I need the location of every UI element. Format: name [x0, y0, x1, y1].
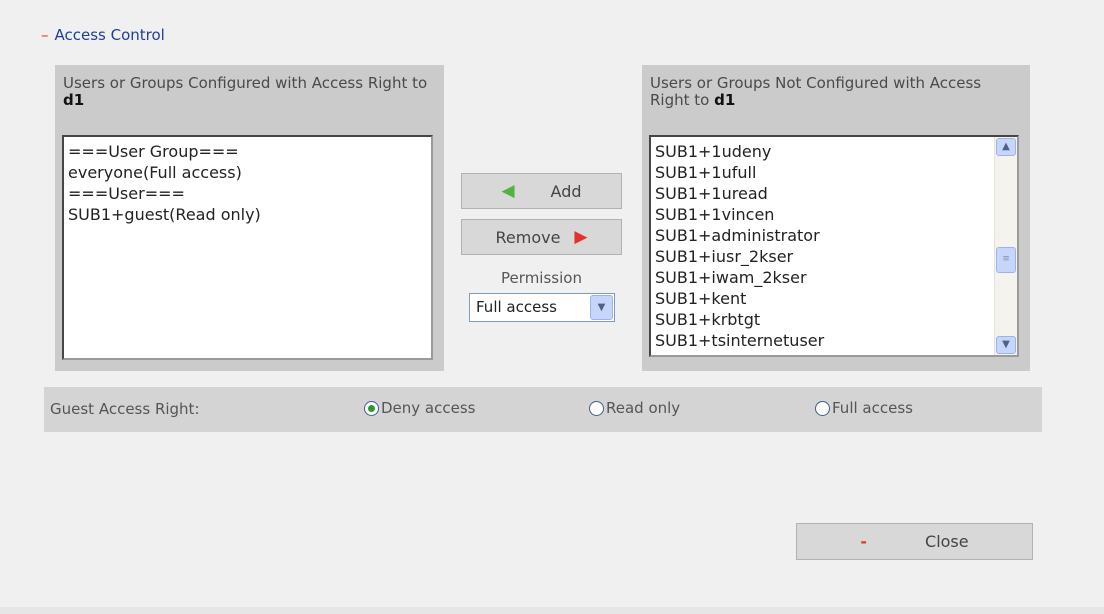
list-item[interactable]: SUB1+1vincen: [655, 204, 1017, 225]
radio-deny-access[interactable]: Deny access: [364, 399, 475, 417]
not-configured-list[interactable]: SUB1+1udeny SUB1+1ufull SUB1+1uread SUB1…: [649, 135, 1019, 357]
radio-label: Full access: [832, 399, 913, 417]
radio-icon[interactable]: [589, 400, 604, 416]
close-button[interactable]: - Close: [796, 523, 1033, 560]
scrollbar[interactable]: ▲ ≡ ▼: [994, 137, 1017, 355]
guest-access-bar: Guest Access Right: Deny access Read onl…: [44, 387, 1042, 432]
configured-list[interactable]: ===User Group=== everyone(Full access) =…: [62, 135, 433, 360]
list-item[interactable]: SUB1+1udeny: [655, 141, 1017, 162]
configured-header-target: d1: [63, 91, 85, 109]
guest-access-label: Guest Access Right:: [50, 400, 200, 418]
permission-select[interactable]: Full access ▼: [469, 293, 615, 322]
add-button-label: Add: [550, 181, 582, 201]
configured-header-text: Users or Groups Configured with Access R…: [63, 74, 428, 92]
permission-select-value: Full access: [476, 298, 557, 316]
permission-label: Permission: [501, 269, 582, 287]
list-item[interactable]: SUB1+iwam_2kser: [655, 267, 1017, 288]
list-item[interactable]: SUB1+guest(Read only): [68, 204, 427, 225]
close-button-label: Close: [925, 532, 969, 551]
not-configured-header-text: Users or Groups Not Configured with Acce…: [650, 74, 982, 109]
scroll-down-icon[interactable]: ▼: [996, 336, 1016, 354]
list-item[interactable]: SUB1+administrator: [655, 225, 1017, 246]
arrow-left-icon: ◀: [501, 181, 515, 201]
radio-read-only[interactable]: Read only: [589, 399, 680, 417]
section-title-label: Access Control: [54, 26, 165, 44]
list-item[interactable]: SUB1+tsinternetuser: [655, 330, 1017, 351]
scroll-up-icon[interactable]: ▲: [996, 138, 1016, 156]
list-item[interactable]: SUB1+1ufull: [655, 162, 1017, 183]
chevron-down-icon[interactable]: ▼: [590, 295, 613, 320]
remove-button-label: Remove: [495, 227, 561, 247]
list-item[interactable]: ===User===: [68, 183, 427, 204]
add-button[interactable]: ◀ Add: [461, 173, 622, 209]
collapse-icon[interactable]: –: [41, 26, 49, 44]
not-configured-header-target: d1: [714, 91, 736, 109]
minus-icon: -: [860, 532, 868, 551]
list-item[interactable]: ===User Group===: [68, 141, 427, 162]
bottom-strip: [0, 607, 1104, 614]
list-item[interactable]: SUB1+1uread: [655, 183, 1017, 204]
list-item[interactable]: SUB1+krbtgt: [655, 309, 1017, 330]
radio-full-access[interactable]: Full access: [815, 399, 913, 417]
remove-button[interactable]: Remove ▶: [461, 219, 622, 255]
scrollbar-thumb[interactable]: ≡: [996, 247, 1016, 273]
list-item[interactable]: SUB1+iusr_2kser: [655, 246, 1017, 267]
list-item[interactable]: SUB1+kent: [655, 288, 1017, 309]
configured-panel-header: Users or Groups Configured with Access R…: [55, 65, 444, 122]
section-title[interactable]: – Access Control: [41, 26, 165, 44]
radio-icon[interactable]: [815, 400, 830, 416]
not-configured-panel-header: Users or Groups Not Configured with Acce…: [642, 65, 1030, 122]
arrow-right-icon: ▶: [574, 227, 588, 247]
radio-label: Read only: [606, 399, 681, 417]
list-item[interactable]: everyone(Full access): [68, 162, 427, 183]
radio-label: Deny access: [381, 399, 476, 417]
radio-selected-icon[interactable]: [364, 400, 379, 416]
